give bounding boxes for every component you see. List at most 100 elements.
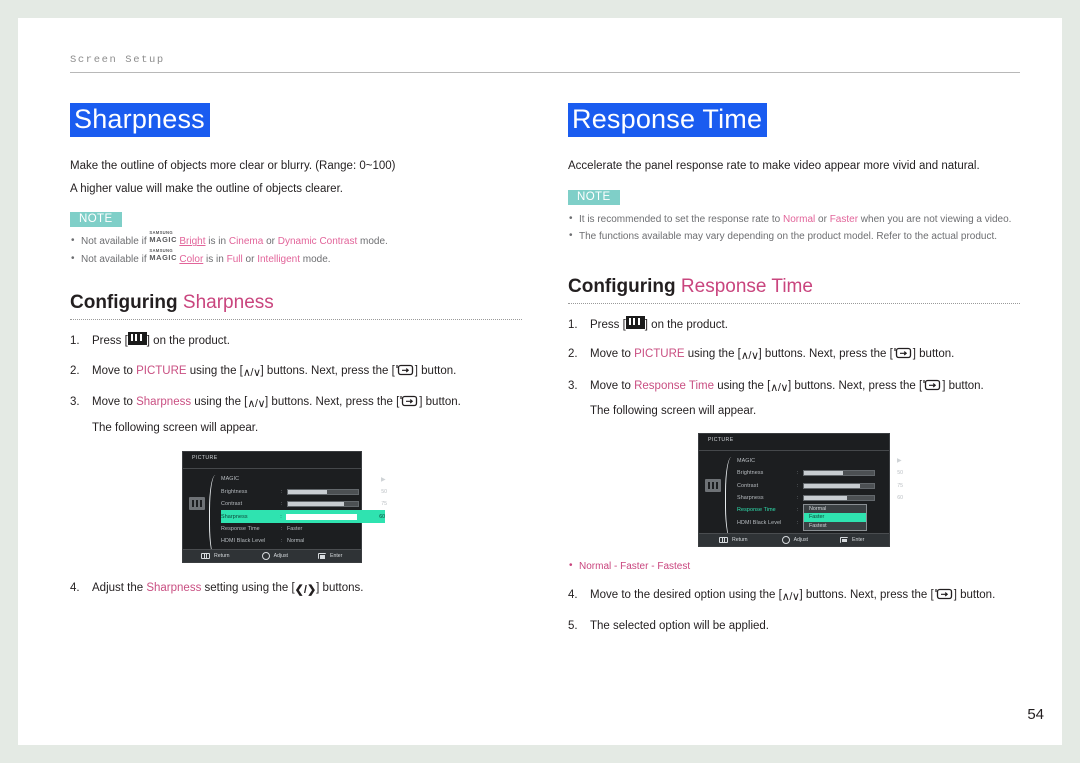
- configuring-response-time-heading: Configuring Response Time: [568, 275, 813, 297]
- enter-icon: [893, 347, 913, 359]
- configuring-sharpness-block: Configuring Sharpness: [70, 292, 522, 321]
- osd-footer-return: Return: [201, 553, 230, 560]
- osd-screenshot-sharpness: PICTURE MAGIC ▶ Brightness : 50 Contrast…: [182, 451, 387, 564]
- up-down-icon: ∧/∨: [781, 590, 800, 603]
- chevron-right-icon: ▶: [381, 476, 386, 483]
- osd-slider: [287, 501, 359, 508]
- manual-page: Screen Setup Sharpness Make the outline …: [18, 18, 1062, 745]
- note-badge-right: NOTE: [568, 189, 620, 205]
- configuring-sharpness-heading: Configuring Sharpness: [70, 292, 274, 314]
- osd-body: MAGIC ▶ Brightness : 50 Contrast: 75 Sh…: [183, 469, 387, 560]
- osd-screenshot-response-time: PICTURE MAGIC ▶ Brightness : 50 Contrast…: [698, 432, 903, 547]
- osd-slider: [803, 470, 875, 477]
- configuring-rule: [568, 302, 1020, 304]
- dropdown-option-faster[interactable]: Faster: [804, 513, 866, 522]
- menu-icon: [625, 315, 645, 329]
- step2-accent: PICTURE: [634, 348, 685, 361]
- osd-footer-enter: Enter: [840, 536, 864, 544]
- note-item: The functions available may vary dependi…: [568, 227, 1020, 246]
- osd-row-contrast: Contrast : 75: [221, 501, 387, 508]
- osd-row-brightness: Brightness : 50: [737, 470, 903, 477]
- osd-row-sharpness: Sharpness : 60: [737, 495, 903, 502]
- response-time-options-line: Normal - Faster - Fastest: [568, 560, 1020, 572]
- section-title-response-time: Response Time: [568, 103, 768, 138]
- step4-accent: Sharpness: [146, 582, 202, 595]
- osd-rows: MAGIC ▶ Brightness : 50 Contrast: 75 Sh…: [221, 473, 399, 547]
- left-column: Sharpness Make the outline of objects mo…: [70, 103, 522, 647]
- osd-title: PICTURE: [183, 452, 361, 470]
- menu-icon: [201, 553, 210, 560]
- osd-footer-adjust: Adjust: [261, 552, 288, 561]
- response-time-dropdown[interactable]: Normal Faster Fastest: [803, 503, 867, 531]
- step-4: Adjust the Sharpness setting using the […: [70, 579, 522, 600]
- configuring-response-time-block: Configuring Response Time: [568, 276, 1020, 304]
- adjust-icon: [261, 552, 270, 561]
- running-head: Screen Setup: [70, 54, 165, 66]
- note-item: It is recommended to set the response ra…: [568, 210, 1020, 229]
- response-time-steps: Press [] on the product. Move to PICTURE…: [568, 315, 1020, 421]
- enter-icon: [922, 379, 942, 391]
- osd-footer-adjust: Adjust: [781, 535, 808, 544]
- step-2: Move to PICTURE using the [∧/∨] buttons.…: [70, 362, 522, 383]
- osd-row-sharpness-selected: Sharpness : 60: [221, 510, 385, 523]
- up-down-icon: ∧/∨: [247, 398, 266, 411]
- enter-icon: [934, 588, 954, 600]
- step-3-sub: The following screen will appear.: [92, 421, 259, 434]
- note-badge-left: NOTE: [70, 212, 122, 228]
- two-column-layout: Sharpness Make the outline of objects mo…: [70, 103, 1020, 647]
- note-list-left: Not available if SAMSUNGMAGICBright is i…: [70, 230, 522, 268]
- osd-row-magic: MAGIC ▶: [221, 476, 386, 483]
- step-1: Press [] on the product.: [568, 315, 1020, 335]
- osd-row-hdmi-black-level: HDMI Black Level : Normal: [221, 538, 305, 545]
- osd-row-magic: MAGIC ▶: [737, 457, 902, 465]
- menu-icon: [719, 536, 728, 543]
- step-3-sub: The following screen will appear.: [590, 405, 757, 418]
- dropdown-option-fastest[interactable]: Fastest: [804, 522, 866, 531]
- step-3: Move to Response Time using the [∧/∨] bu…: [568, 377, 1020, 421]
- sharpness-intro: Make the outline of objects more clear o…: [70, 155, 522, 200]
- osd-menu-icon: [189, 497, 205, 511]
- response-time-steps-cont: Move to the desired option using the [∧/…: [568, 586, 1020, 636]
- osd-slider: [803, 482, 875, 489]
- right-column: Response Time Accelerate the panel respo…: [568, 103, 1020, 647]
- up-down-icon: ∧/∨: [770, 381, 788, 394]
- osd-footer: Return Adjust Enter: [183, 549, 361, 563]
- configuring-rule: [70, 318, 522, 321]
- dropdown-option-normal[interactable]: Normal: [804, 505, 866, 514]
- osd-footer: Return Adjust Enter: [699, 532, 889, 546]
- step-5: The selected option will be applied.: [568, 617, 770, 636]
- step3-accent: Response Time: [634, 379, 715, 392]
- enter-icon: [395, 364, 415, 376]
- sharpness-steps: Press [] on the product. Move to PICTURE…: [70, 332, 522, 437]
- enter-icon: [399, 395, 419, 407]
- enter-icon: [840, 536, 849, 544]
- up-down-icon: ∧/∨: [740, 350, 759, 363]
- sharpness-intro-line-2: A higher value will make the outline of …: [70, 182, 343, 195]
- adjust-icon: [781, 535, 790, 544]
- osd-body: MAGIC ▶ Brightness : 50 Contrast: 75 Sh…: [699, 451, 903, 541]
- note-list-right: It is recommended to set the response ra…: [568, 210, 1020, 246]
- samsung-magic-logo: SAMSUNG MAGIC: [149, 230, 178, 245]
- osd-slider: [287, 488, 359, 495]
- osd-menu-icon: [705, 478, 721, 492]
- sharpness-steps-cont: Adjust the Sharpness setting using the […: [70, 579, 522, 600]
- osd-row-brightness: Brightness : 50: [221, 488, 387, 495]
- step2-accent: PICTURE: [136, 364, 187, 377]
- osd-slider: [286, 513, 358, 520]
- osd-title: PICTURE: [699, 434, 889, 451]
- response-time-intro-line-1: Accelerate the panel response rate to ma…: [568, 160, 980, 173]
- osd-slider: [803, 495, 875, 502]
- menu-icon: [127, 332, 147, 346]
- osd-footer-enter: Enter: [318, 553, 342, 560]
- section-title-sharpness: Sharpness: [70, 103, 210, 138]
- samsung-magic-logo: SAMSUNG MAGIC: [149, 247, 178, 262]
- chevron-right-icon: ▶: [897, 458, 902, 465]
- step-1: Press [] on the product.: [70, 332, 522, 351]
- sharpness-intro-line-1: Make the outline of objects more clear o…: [70, 160, 396, 173]
- step3-accent: Sharpness: [136, 396, 192, 409]
- osd-footer-return: Return: [719, 536, 748, 543]
- step-4: Move to the desired option using the [∧/…: [568, 586, 1020, 607]
- enter-icon: [318, 553, 327, 560]
- up-down-icon: ∧/∨: [242, 366, 261, 379]
- note-item: Not available if SAMSUNGMAGICBright is i…: [70, 230, 522, 251]
